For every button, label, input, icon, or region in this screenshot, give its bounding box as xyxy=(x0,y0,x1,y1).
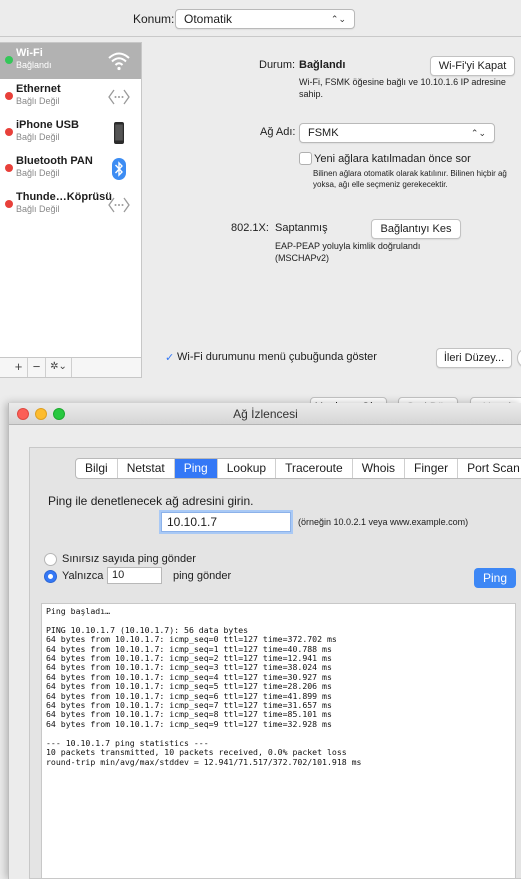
show-menu-label: Wi-Fi durumunu menü çubuğunda göster xyxy=(177,351,377,363)
network-name-select[interactable]: FSMK ⌃⌄ xyxy=(299,123,495,143)
sidebar-toolbar: + − ✲⌄ xyxy=(0,358,142,378)
thunderbolt-bridge-icon xyxy=(108,197,130,213)
service-item-wifi[interactable]: Wi-Fi Bağlandı xyxy=(0,43,141,79)
tab-ping[interactable]: Ping xyxy=(174,459,218,478)
tab-port-scan[interactable]: Port Scan xyxy=(458,459,521,478)
location-select[interactable]: Otomatik ⌃⌄ xyxy=(175,9,355,29)
service-status: Bağlı Değil xyxy=(16,204,60,214)
ask-join-description: Bilinen ağlara otomatik olarak katılınır… xyxy=(313,169,507,189)
unlimited-radio[interactable] xyxy=(44,553,57,566)
service-item-ethernet[interactable]: Ethernet Bağlı Değil xyxy=(0,79,141,115)
service-item-thunderbolt-bridge[interactable]: Thunde…Köprüsü Bağlı Değil xyxy=(0,187,141,223)
status-dot xyxy=(5,164,13,172)
service-status: Bağlı Değil xyxy=(16,168,60,178)
service-name: Wi-Fi xyxy=(16,47,43,59)
tab-finger[interactable]: Finger xyxy=(405,459,459,478)
wifi-off-button[interactable]: Wi-Fi'yi Kapat xyxy=(430,56,515,76)
iphone-icon xyxy=(114,122,124,144)
action-menu-button[interactable]: ✲⌄ xyxy=(46,358,72,377)
only-label: Yalnızca xyxy=(62,570,104,582)
service-status: Bağlandı xyxy=(16,60,52,70)
ethernet-icon xyxy=(108,89,130,105)
service-item-iphone-usb[interactable]: iPhone USB Bağlı Değil xyxy=(0,115,141,151)
status-description: Wi-Fi, FSMK öğesine bağlı ve 10.10.1.6 I… xyxy=(299,77,506,99)
checkmark-icon[interactable]: ✓ xyxy=(165,351,174,364)
tab-bar: Bilgi Netstat Ping Lookup Traceroute Who… xyxy=(75,458,521,479)
tab-lookup[interactable]: Lookup xyxy=(218,459,277,478)
wifi-icon xyxy=(108,52,130,71)
ask-join-checkbox[interactable] xyxy=(299,152,312,165)
chevron-updown-icon: ⌃⌄ xyxy=(330,14,346,24)
service-name: Ethernet xyxy=(16,83,61,95)
service-name: Bluetooth PAN xyxy=(16,155,93,167)
only-radio[interactable] xyxy=(44,570,57,583)
tab-netstat[interactable]: Netstat xyxy=(118,459,175,478)
service-name: Thunde…Köprüsü xyxy=(16,191,112,203)
send-label: ping gönder xyxy=(173,570,232,582)
service-status: Bağlı Değil xyxy=(16,132,60,142)
output-line: round-trip min/avg/max/stddev = 12.941/7… xyxy=(46,756,362,767)
remove-service-button[interactable]: − xyxy=(28,358,46,377)
dot1x-label: 802.1X: xyxy=(231,222,269,234)
add-service-button[interactable]: + xyxy=(10,358,28,377)
address-hint: (örneğin 10.0.2.1 veya www.example.com) xyxy=(298,517,469,527)
unlimited-label: Sınırsız sayıda ping gönder xyxy=(62,553,196,565)
status-dot xyxy=(5,56,13,64)
divider xyxy=(0,36,521,37)
status-dot xyxy=(5,200,13,208)
status-value: Bağlandı xyxy=(299,59,346,71)
help-button[interactable] xyxy=(517,348,521,368)
location-label: Konum: xyxy=(133,12,175,26)
output-line: 64 bytes from 10.10.1.7: icmp_seq=9 ttl=… xyxy=(46,718,332,729)
network-name-label: Ağ Adı: xyxy=(260,126,296,138)
service-list[interactable]: Wi-Fi Bağlandı Ethernet Bağlı Değil iPho… xyxy=(0,42,142,358)
chevron-updown-icon: ⌃⌄ xyxy=(470,128,486,138)
output-line: Ping başladı… xyxy=(46,606,111,616)
ping-output: Ping başladı… PING 10.10.1.7 (10.10.1.7)… xyxy=(41,603,516,879)
bluetooth-icon xyxy=(112,158,126,180)
service-status: Bağlı Değil xyxy=(16,96,60,106)
dot1x-description: EAP-PEAP yoluyla kimlik doğrulandı (MSCH… xyxy=(275,241,421,263)
status-dot xyxy=(5,128,13,136)
service-item-bluetooth-pan[interactable]: Bluetooth PAN Bağlı Değil xyxy=(0,151,141,187)
status-label: Durum: xyxy=(259,59,296,71)
tab-whois[interactable]: Whois xyxy=(353,459,406,478)
status-dot xyxy=(5,92,13,100)
count-input[interactable]: 10 xyxy=(107,567,162,584)
ping-button[interactable]: Ping xyxy=(474,568,516,588)
dot1x-value: Saptanmış xyxy=(275,222,328,234)
title-bar: Ağ İzlencesi xyxy=(9,403,521,425)
ping-prompt: Ping ile denetlenecek ağ adresini girin. xyxy=(48,494,254,508)
service-name: iPhone USB xyxy=(16,119,79,131)
ask-join-label: Yeni ağlara katılmadan önce sor xyxy=(314,153,471,165)
advanced-button[interactable]: İleri Düzey... xyxy=(436,348,512,368)
disconnect-button[interactable]: Bağlantıyı Kes xyxy=(371,219,461,239)
address-input[interactable]: 10.10.1.7 xyxy=(161,512,291,532)
window-title: Ağ İzlencesi xyxy=(233,407,298,421)
network-name-value: FSMK xyxy=(308,127,339,139)
location-value: Otomatik xyxy=(184,12,233,26)
network-preferences-pane: Konum: Otomatik ⌃⌄ Wi-Fi Bağlandı Ethern… xyxy=(0,0,521,417)
tab-traceroute[interactable]: Traceroute xyxy=(276,459,353,478)
tab-bilgi[interactable]: Bilgi xyxy=(76,459,118,478)
